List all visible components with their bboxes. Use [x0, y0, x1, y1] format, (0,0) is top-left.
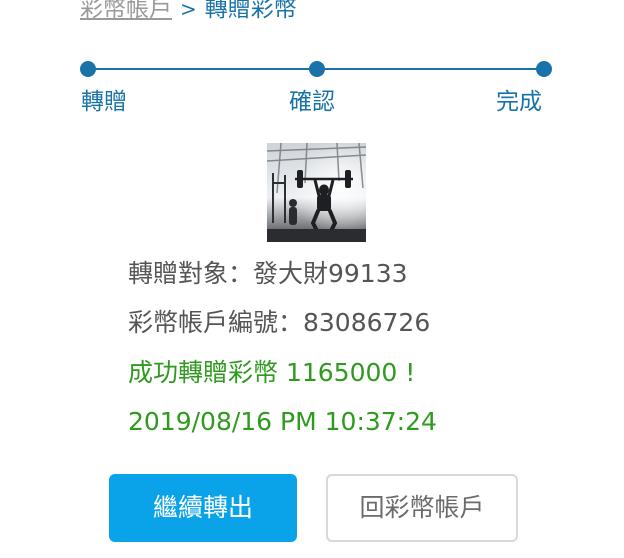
step-dot-confirm [309, 61, 325, 77]
recipient-avatar [267, 143, 366, 242]
breadcrumb: 彩幣帳戶 > 轉贈彩幣 [80, 0, 297, 25]
step-label-transfer: 轉贈 [81, 89, 127, 115]
transfer-complete-page: 彩幣帳戶 > 轉贈彩幣 轉贈 確認 完成 轉贈對象：發大財99133 彩幣帳戶編… [0, 0, 624, 558]
continue-transfer-button[interactable]: 繼續轉出 [109, 474, 297, 542]
step-dot-complete [536, 61, 552, 77]
breadcrumb-link-coin-account[interactable]: 彩幣帳戶 [80, 0, 172, 22]
breadcrumb-current: 轉贈彩幣 [204, 0, 297, 22]
step-label-confirm: 確認 [289, 89, 335, 115]
breadcrumb-separator: > [180, 0, 197, 21]
transfer-target: 轉贈對象：發大財99133 [128, 259, 408, 288]
avatar-photo-gym-icon [267, 143, 366, 242]
transfer-timestamp: 2019/08/16 PM 10:37:24 [128, 407, 437, 436]
step-label-complete: 完成 [496, 89, 542, 115]
coin-account-number: 彩幣帳戶編號：83086726 [128, 308, 431, 337]
success-message: 成功轉贈彩幣 1165000 ! [128, 358, 416, 387]
back-to-coin-account-button[interactable]: 回彩幣帳戶 [326, 474, 518, 542]
step-dot-transfer [80, 61, 96, 77]
